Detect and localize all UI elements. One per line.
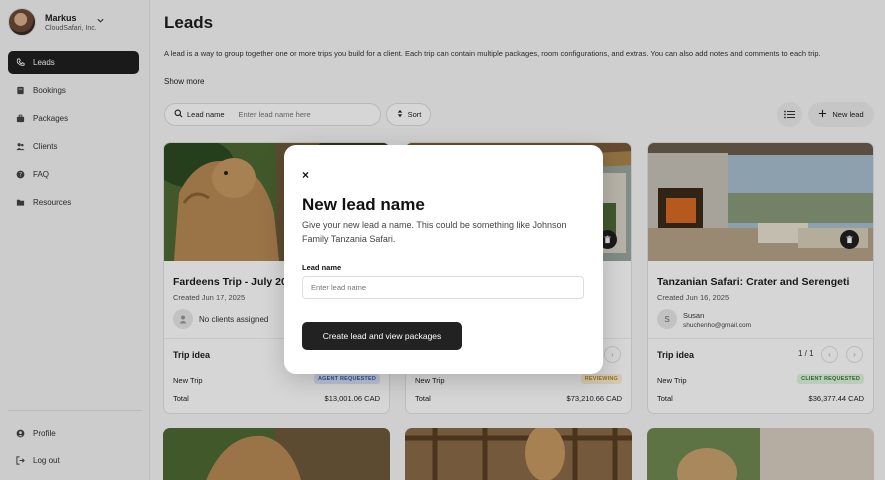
close-icon[interactable]: × [302,169,309,181]
lead-name-label: Lead name [302,263,342,272]
lead-name-input[interactable] [302,276,584,299]
create-lead-button[interactable]: Create lead and view packages [302,322,462,350]
modal-description: Give your new lead a name. This could be… [302,220,567,244]
new-lead-modal: × New lead name Give your new lead a nam… [284,145,603,374]
modal-title: New lead name [302,195,425,214]
